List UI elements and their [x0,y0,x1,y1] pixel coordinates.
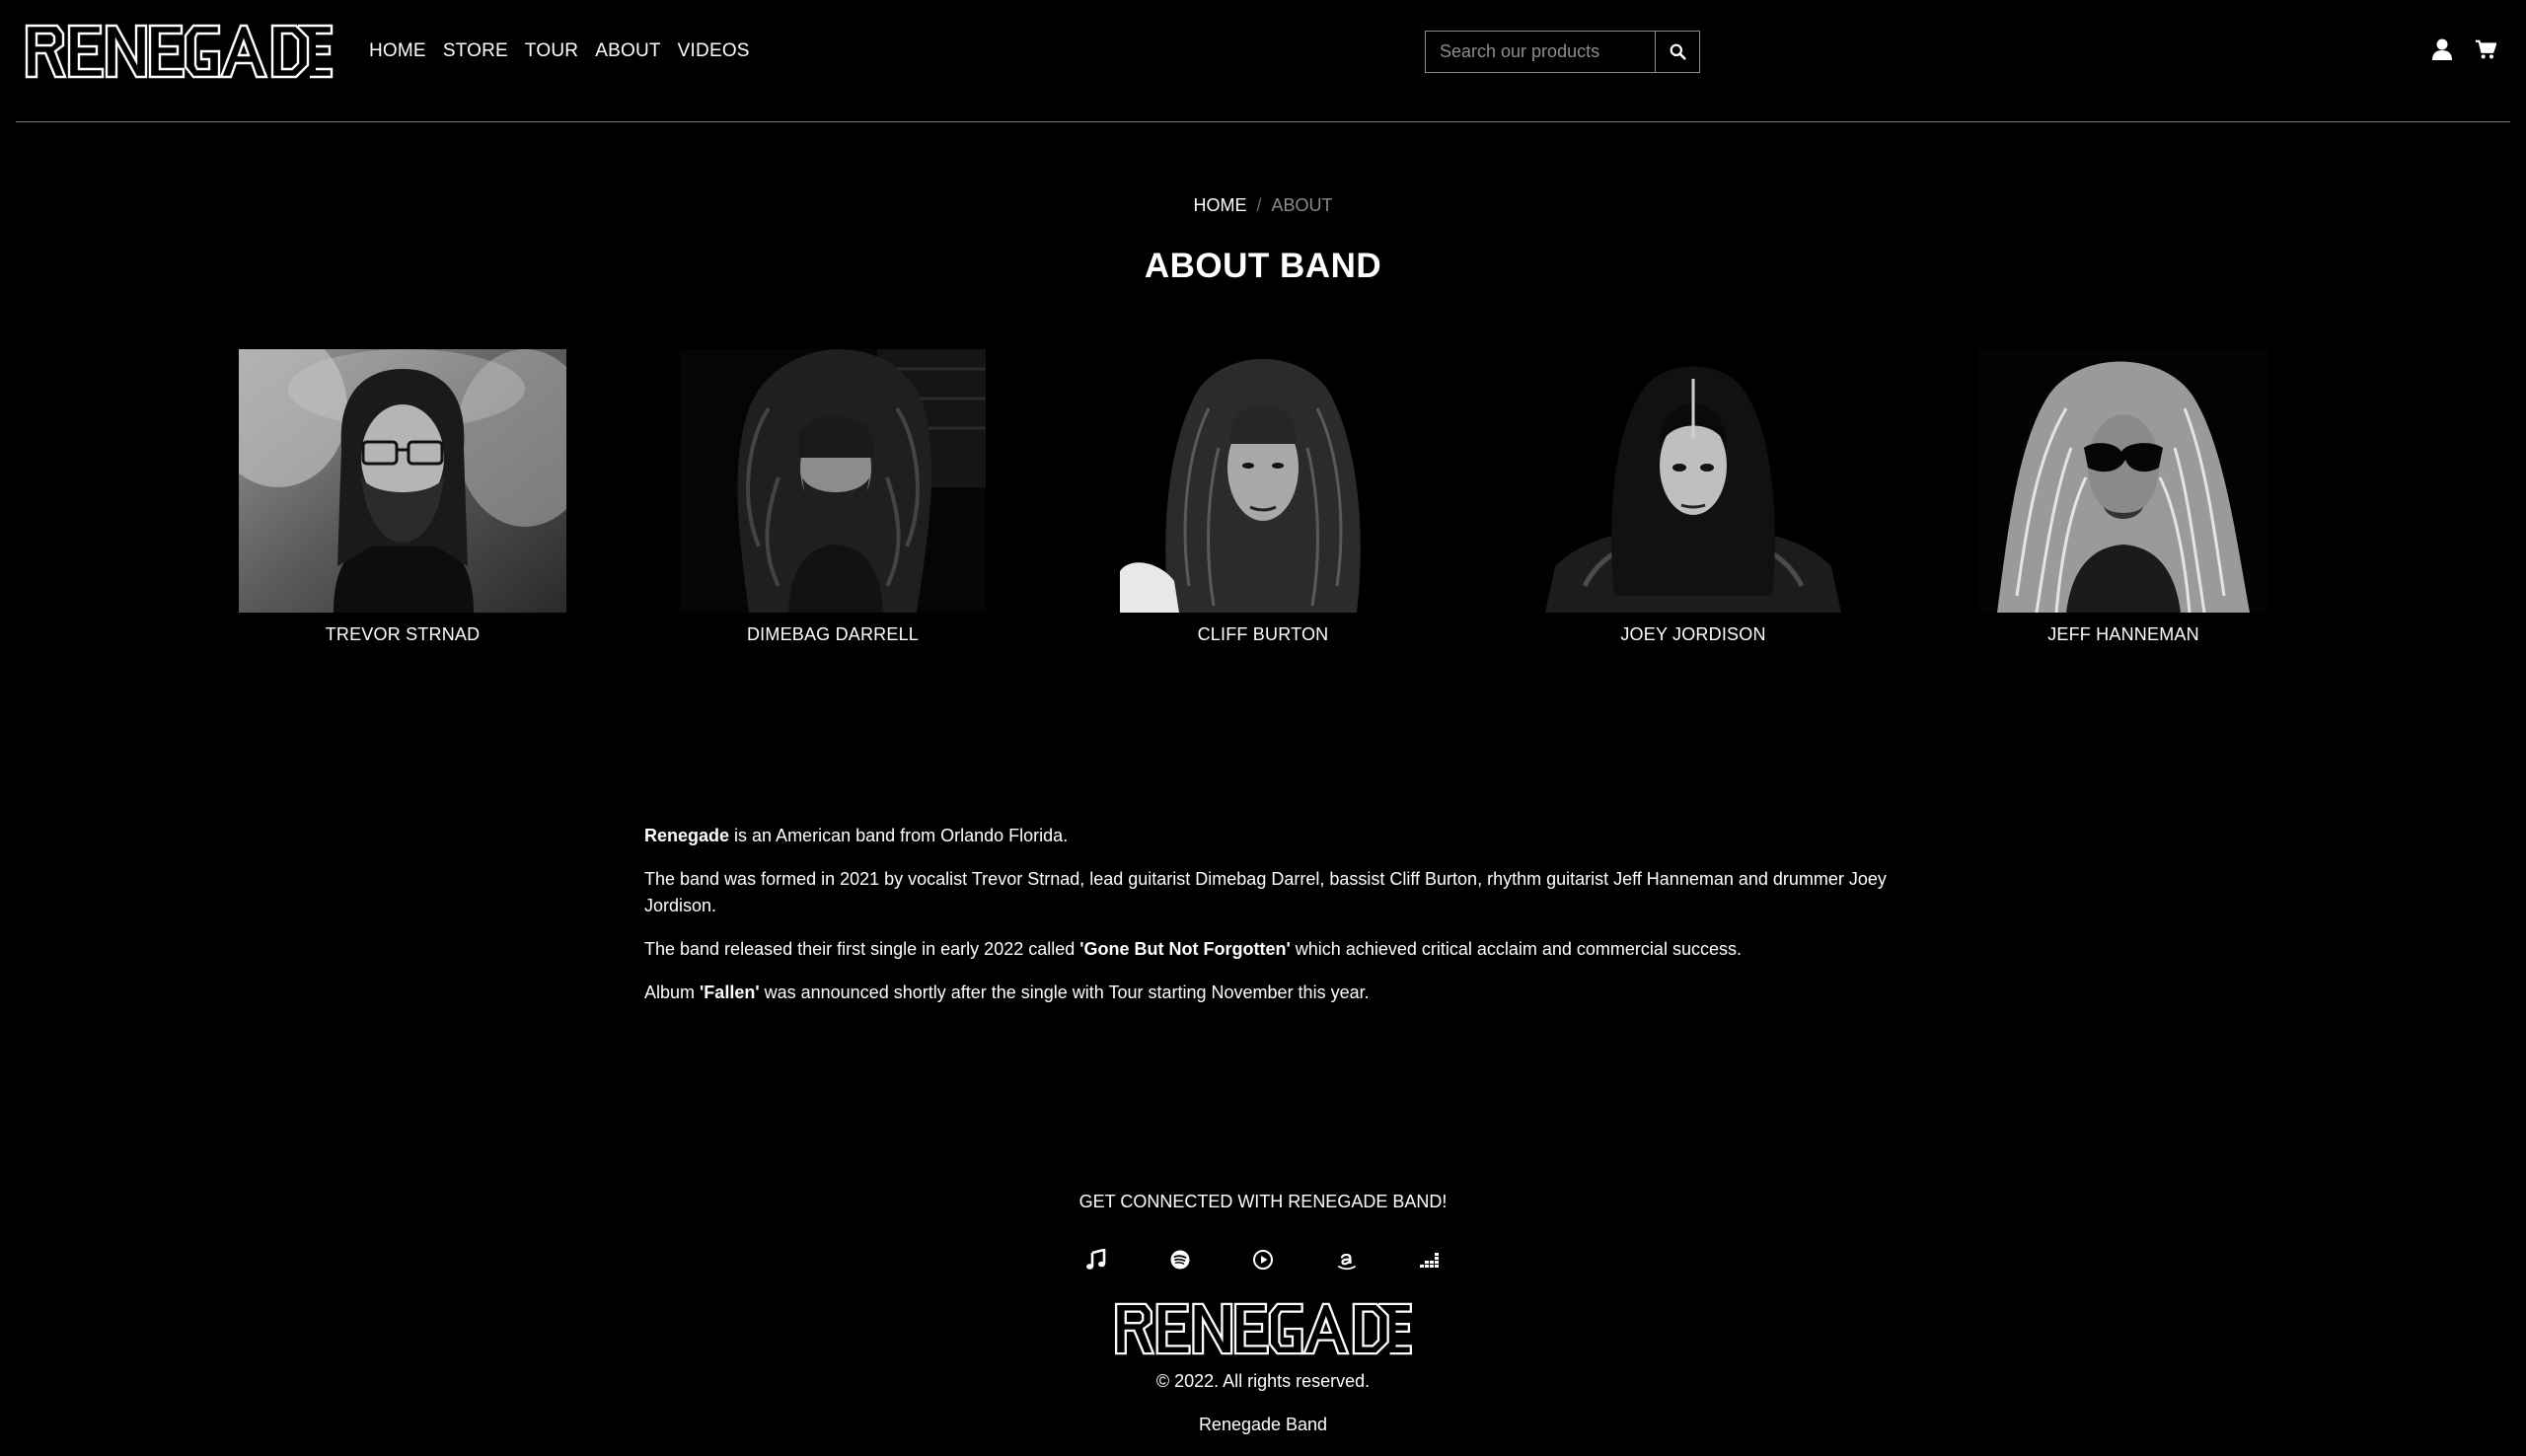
deezer-icon[interactable] [1419,1249,1441,1271]
search-form [1425,31,1700,73]
member-photo [1120,349,1406,613]
search-button[interactable] [1655,31,1700,73]
about-paragraph: Album 'Fallen' was announced shortly aft… [644,980,1888,1006]
member-card[interactable]: JOEY JORDISON [1496,349,1891,646]
member-name: CLIFF BURTON [1197,624,1329,644]
search-icon [1670,43,1686,60]
member-card[interactable]: TREVOR STRNAD [205,349,600,646]
amazon-icon[interactable] [1336,1249,1358,1271]
about-text-span: is an American band from Orlando Florida… [729,826,1069,845]
header-icons [2431,37,2497,61]
site-header: HOME STORE TOUR ABOUT VIDEOS [0,0,2526,122]
header-divider [16,121,2510,122]
nav-home[interactable]: HOME [369,37,426,65]
user-icon[interactable] [2431,37,2453,61]
member-name: JOEY JORDISON [1620,624,1766,644]
search-input[interactable] [1425,31,1655,73]
member-card[interactable]: CLIFF BURTON [1066,349,1460,646]
renegade-logo-graphic [1114,1302,1412,1355]
nav-about[interactable]: ABOUT [595,37,660,65]
member-card[interactable]: DIMEBAG DARRELL [635,349,1030,646]
member-name: DIMEBAG DARRELL [746,624,920,644]
music-note-icon[interactable] [1085,1248,1107,1271]
site-logo[interactable] [24,22,334,81]
about-text-span: which achieved critical acclaim and comm… [1290,939,1742,959]
single-title: 'Gone But Not Forgotten' [1079,939,1291,959]
play-circle-icon[interactable] [1252,1249,1274,1271]
about-text-span: The band released their first single in … [644,939,1080,959]
copyright-text: © 2022. All rights reserved. [1155,1371,1371,1391]
spotify-icon[interactable] [1169,1249,1191,1271]
about-text: Renegade is an American band from Orland… [644,823,1888,1023]
nav-videos[interactable]: VIDEOS [678,37,750,65]
nav-tour[interactable]: TOUR [525,37,578,65]
member-name: JEFF HANNEMAN [2047,624,2199,644]
about-paragraph: Renegade is an American band from Orland… [644,823,1888,849]
member-card[interactable]: JEFF HANNEMAN [1926,349,2321,646]
band-members: TREVOR STRNAD DIMEBAG DARRELL CLIFF BURT… [0,349,2526,665]
breadcrumb-home[interactable]: HOME [1193,195,1246,215]
about-paragraph: The band released their first single in … [644,936,1888,963]
member-photo [1977,349,2269,613]
breadcrumb-separator: / [1256,195,1262,215]
renegade-logo-graphic [25,24,334,79]
cart-icon[interactable] [2475,37,2497,61]
about-text-span: Album [644,983,701,1002]
social-links [1085,1248,1441,1271]
company-name: Renegade Band [1198,1415,1328,1434]
about-text-span: was announced shortly after the single w… [759,983,1370,1002]
footer-logo[interactable] [1107,1300,1419,1357]
about-paragraph: The band was formed in 2021 by vocalist … [644,869,1887,915]
footer-heading: GET CONNECTED WITH RENEGADE BAND! [1078,1192,1448,1211]
member-photo [1545,349,1841,613]
band-name-bold: Renegade [644,826,730,845]
member-photo [239,349,566,613]
nav-store[interactable]: STORE [443,37,508,65]
page-title: ABOUT BAND [1144,247,1382,285]
breadcrumb: HOME / ABOUT [0,193,2526,217]
member-photo [680,349,986,613]
member-name: TREVOR STRNAD [325,624,481,644]
breadcrumb-current: ABOUT [1271,195,1333,215]
main-nav: HOME STORE TOUR ABOUT VIDEOS [369,37,767,65]
album-title: 'Fallen' [700,983,760,1002]
